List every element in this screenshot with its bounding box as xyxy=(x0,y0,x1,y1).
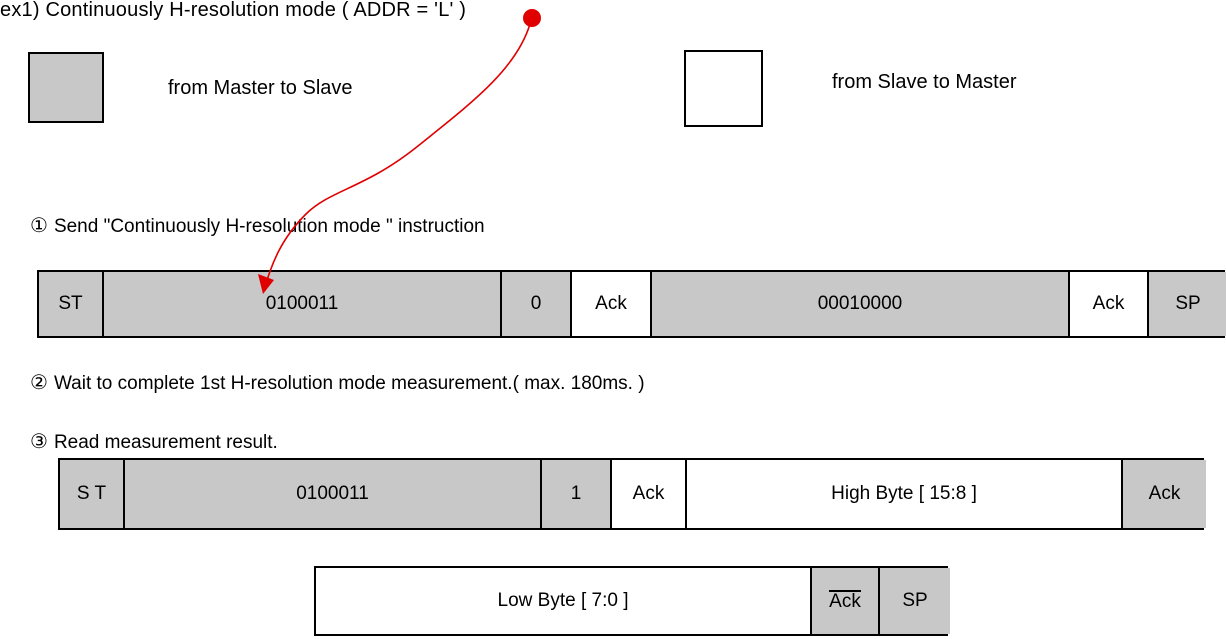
frame-cell-label: Ack xyxy=(1092,293,1125,314)
legend-swatch-master-to-slave xyxy=(28,52,104,123)
legend-swatch-slave-to-master xyxy=(684,50,763,127)
frame-cell: Ack xyxy=(812,568,880,634)
frame-cell: Low Byte [ 7:0 ] xyxy=(316,568,812,634)
frame-cell-label: High Byte [ 15:8 ] xyxy=(831,483,977,504)
frame-cell-label: 1 xyxy=(570,483,582,504)
frame-cell-label: 0100011 xyxy=(296,483,369,504)
legend-label-slave-to-master: from Slave to Master xyxy=(832,71,1017,93)
frame-cell-label: 00010000 xyxy=(817,293,903,314)
frame-cell: 0100011 xyxy=(104,272,502,336)
frame-cell-label: Ack xyxy=(595,293,627,314)
frame-cell-label: 0100011 xyxy=(265,293,339,314)
step-1: ① Send "Continuously H-resolution mode " … xyxy=(30,214,485,239)
frame-cell-label: 0 xyxy=(530,293,542,314)
step-3: ③ Read measurement result. xyxy=(30,430,278,455)
diagram-canvas: ex1) Continuously H-resolution mode ( AD… xyxy=(0,0,1226,639)
step-2: ② Wait to complete 1st H-resolution mode … xyxy=(30,371,645,396)
frame-cell: SP xyxy=(1149,272,1226,336)
frame-cell-label: Ack xyxy=(632,483,665,504)
read-frame-upper: S T 0100011 1 Ack High Byte [ 15:8 ] Ack xyxy=(58,458,1206,530)
frame-cell: Ack xyxy=(1070,272,1149,336)
frame-cell: 0100011 xyxy=(125,460,542,528)
step-1-label: Send "Continuously H-resolution mode " i… xyxy=(53,216,485,237)
frame-cell-label: SP xyxy=(902,590,928,611)
instruction-frame: ST 0100011 0 Ack 00010000 Ack SP xyxy=(37,270,1226,338)
frame-cell-label: SP xyxy=(1175,293,1201,314)
step-2-number: ② xyxy=(30,372,48,394)
annotation-curve xyxy=(263,23,531,291)
frame-cell: S T xyxy=(60,460,125,528)
frame-cell: SP xyxy=(880,568,950,634)
step-2-label: Wait to complete 1st H-resolution mode m… xyxy=(53,373,645,394)
page-title: ex1) Continuously H-resolution mode ( AD… xyxy=(0,0,467,21)
frame-cell-label: Low Byte [ 7:0 ] xyxy=(497,590,629,611)
frame-cell: Ack xyxy=(572,272,652,336)
frame-cell: Ack xyxy=(612,460,687,528)
step-3-label: Read measurement result. xyxy=(53,432,278,453)
frame-cell: 00010000 xyxy=(652,272,1070,336)
frame-cell-label: S T xyxy=(76,483,107,504)
frame-cell: 0 xyxy=(502,272,572,336)
step-3-number: ③ xyxy=(30,431,48,453)
frame-cell-label: Ack xyxy=(829,590,861,613)
frame-cell-label: ST xyxy=(58,293,83,314)
frame-cell: ST xyxy=(39,272,104,336)
read-frame-lower: Low Byte [ 7:0 ] Ack SP xyxy=(314,566,950,636)
frame-cell: High Byte [ 15:8 ] xyxy=(687,460,1123,528)
frame-cell-label: Ack xyxy=(1148,483,1181,504)
annotation-start-dot xyxy=(523,9,541,27)
frame-cell: Ack xyxy=(1123,460,1206,528)
frame-cell: 1 xyxy=(542,460,612,528)
step-1-number: ① xyxy=(30,215,48,237)
legend-label-master-to-slave: from Master to Slave xyxy=(168,77,353,99)
